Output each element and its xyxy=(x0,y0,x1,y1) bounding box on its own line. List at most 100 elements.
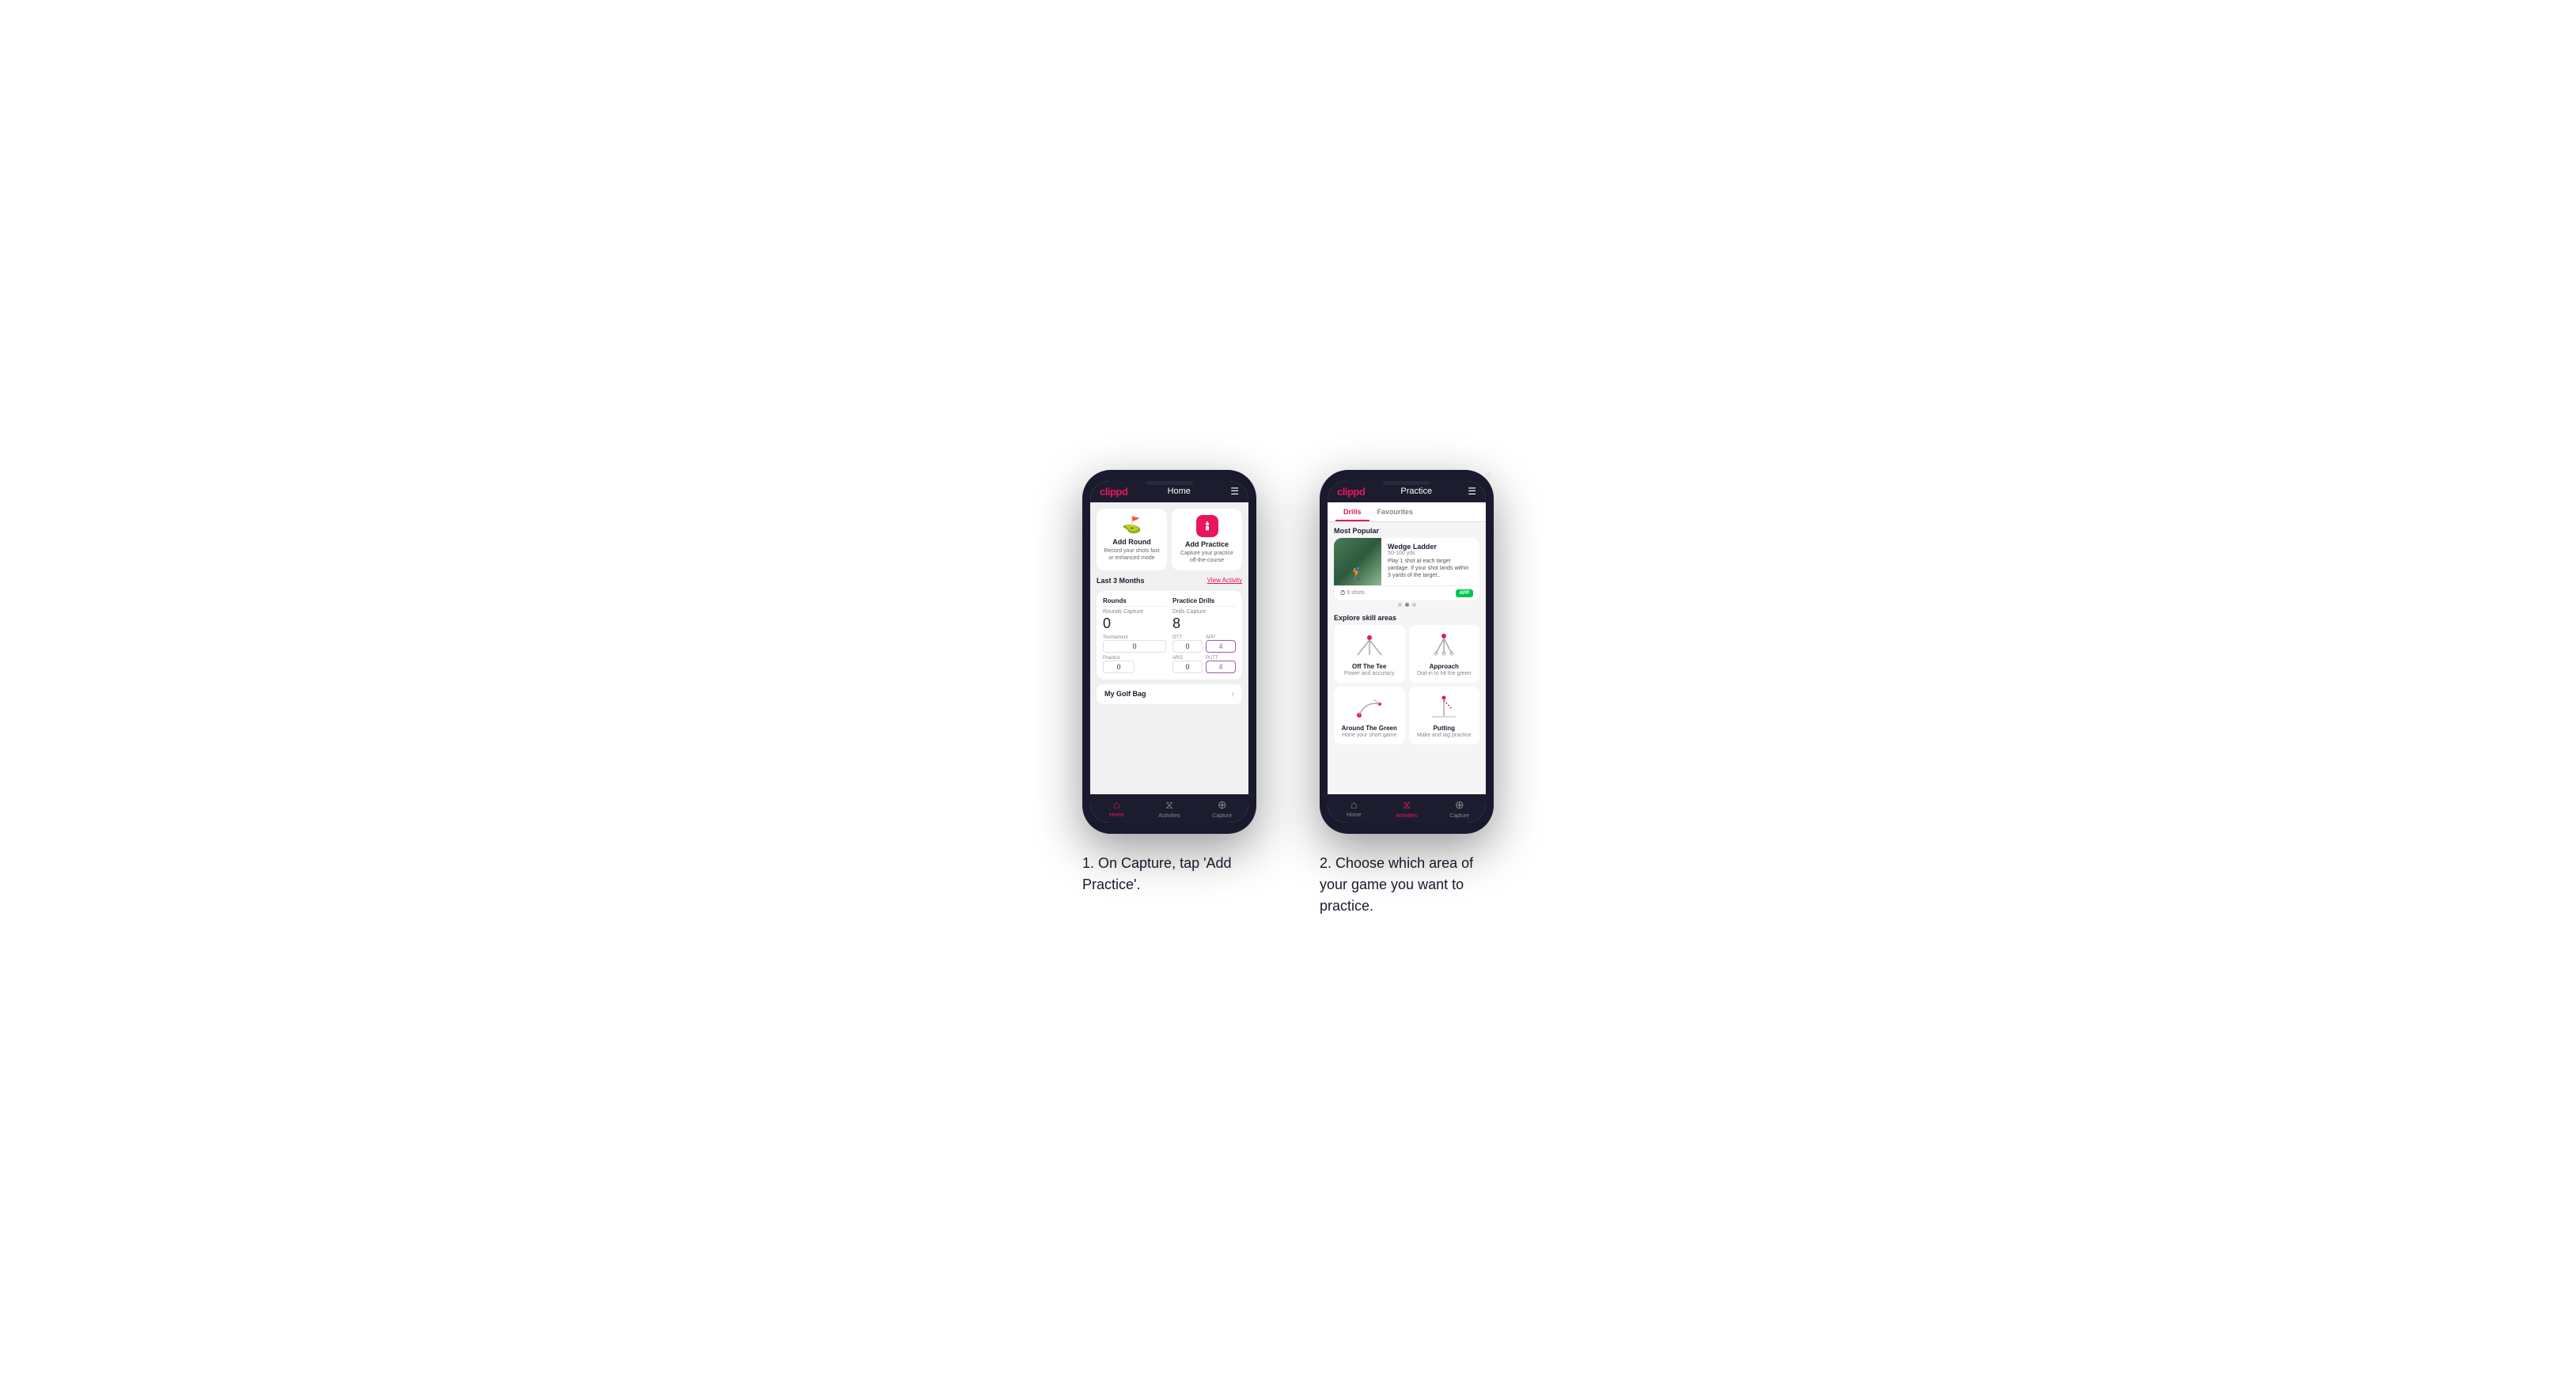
skill-grid: Off The Tee Power and accuracy xyxy=(1334,625,1479,744)
dot-2 xyxy=(1405,603,1409,607)
featured-desc: Play 1 shot at each target yardage. If y… xyxy=(1388,558,1473,579)
phone1-shell: clippd Home ☰ ⛳ Add Round Record your sh… xyxy=(1082,470,1256,834)
tab-favourites[interactable]: Favourites xyxy=(1369,502,1422,521)
rounds-title: Rounds xyxy=(1103,597,1166,607)
featured-card[interactable]: 🏌️ Wedge Ladder ☆ 50-100 yds Play 1 xyxy=(1334,538,1479,600)
capture-icon: ⊕ xyxy=(1218,798,1227,812)
phone2-shell: clippd Practice ☰ Drills Favourites xyxy=(1320,470,1494,834)
off-tee-icon-area xyxy=(1350,631,1389,660)
featured-card-inner: 🏌️ Wedge Ladder ☆ 50-100 yds Play 1 xyxy=(1334,538,1479,585)
phone2-header-title: Practice xyxy=(1400,487,1432,496)
approach-desc: Dial-in to hit the green xyxy=(1417,671,1471,676)
phone1-screen: clippd Home ☰ ⛳ Add Round Record your sh… xyxy=(1090,481,1248,823)
most-popular-section: Most Popular 🏌️ Wedge Ladder xyxy=(1334,527,1479,609)
chevron-right-icon: › xyxy=(1232,690,1234,699)
drills-col: Practice Drills Drills Capture 8 OTT 0 A… xyxy=(1172,597,1236,673)
off-tee-desc: Power and accuracy xyxy=(1344,671,1394,676)
app-label: APP xyxy=(1206,635,1236,640)
skill-around-green[interactable]: Around The Green Hone your short game xyxy=(1334,687,1405,744)
ott-label: OTT xyxy=(1172,635,1203,640)
most-popular-title: Most Popular xyxy=(1334,527,1479,535)
nav-capture-label: Capture xyxy=(1212,813,1232,819)
caption1: 1. On Capture, tap 'Add Practice'. xyxy=(1082,853,1256,896)
add-practice-title: Add Practice xyxy=(1185,540,1229,548)
putt-stat: PUTT 4 xyxy=(1206,656,1236,673)
featured-title: Wedge Ladder xyxy=(1388,543,1437,551)
phone2-nav-activities[interactable]: ⧖ Activities xyxy=(1381,794,1434,823)
add-round-desc: Record your shots fast or enhanced mode xyxy=(1103,547,1161,562)
approach-title: Approach xyxy=(1430,663,1459,670)
clock-icon: ⏱ xyxy=(1340,589,1345,597)
putting-icon-area xyxy=(1424,693,1464,721)
dot-1 xyxy=(1398,603,1402,607)
dots-row xyxy=(1334,600,1479,609)
dot-3 xyxy=(1412,603,1416,607)
practice-body: Drills Favourites Most Popular 🏌️ xyxy=(1328,502,1486,794)
phone2-nav-home[interactable]: ⌂ Home xyxy=(1328,794,1381,823)
skill-putting[interactable]: Putting Make and lag practice xyxy=(1409,687,1480,744)
phone2-nav-home-label: Home xyxy=(1347,812,1362,818)
arg-value: 0 xyxy=(1172,661,1203,673)
golfer-silhouette: 🏌️ xyxy=(1350,566,1366,582)
rounds-mini-row: Tournament 0 xyxy=(1103,635,1166,653)
caption2: 2. Choose which area of your game you wa… xyxy=(1320,853,1494,917)
practice-label: Practice xyxy=(1103,656,1166,661)
phone1-bottom-nav: ⌂ Home ⧖ Activities ⊕ Capture xyxy=(1090,794,1248,823)
app-badge: APP xyxy=(1456,589,1473,597)
featured-footer: ⏱ 9 shots APP xyxy=(1334,585,1479,600)
app-value: 4 xyxy=(1206,640,1236,653)
nav-home-label: Home xyxy=(1109,812,1124,818)
action-cards-row: ⛳ Add Round Record your shots fast or en… xyxy=(1097,509,1242,570)
add-round-card[interactable]: ⛳ Add Round Record your shots fast or en… xyxy=(1097,509,1167,570)
golf-bag-label: My Golf Bag xyxy=(1104,690,1146,698)
view-activity-link[interactable]: View Activity xyxy=(1207,577,1242,584)
ott-stat: OTT 0 xyxy=(1172,635,1203,653)
nav-home[interactable]: ⌂ Home xyxy=(1090,794,1143,823)
phone1-header-title: Home xyxy=(1168,487,1191,496)
activities-icon: ⧖ xyxy=(1165,798,1173,812)
off-tee-title: Off The Tee xyxy=(1352,663,1386,670)
nav-activities[interactable]: ⧖ Activities xyxy=(1143,794,1196,823)
golf-bag-row[interactable]: My Golf Bag › xyxy=(1097,684,1242,704)
phone1-header: clippd Home ☰ xyxy=(1090,481,1248,502)
tabs-row: Drills Favourites xyxy=(1328,502,1486,522)
phone2-header: clippd Practice ☰ xyxy=(1328,481,1486,502)
phone2-capture-icon: ⊕ xyxy=(1455,798,1464,812)
approach-svg xyxy=(1424,631,1464,660)
explore-title: Explore skill areas xyxy=(1334,614,1479,622)
nav-capture[interactable]: ⊕ Capture xyxy=(1195,794,1248,823)
putting-title: Putting xyxy=(1433,725,1455,732)
skill-off-tee[interactable]: Off The Tee Power and accuracy xyxy=(1334,625,1405,683)
featured-info: Wedge Ladder ☆ 50-100 yds Play 1 shot at… xyxy=(1381,538,1479,585)
putt-value: 4 xyxy=(1206,661,1236,673)
phone2-screen: clippd Practice ☰ Drills Favourites xyxy=(1328,481,1486,823)
approach-icon-area xyxy=(1424,631,1464,660)
around-green-desc: Hone your short game xyxy=(1342,733,1396,738)
drills-title: Practice Drills xyxy=(1172,597,1236,607)
hamburger-icon[interactable]: ☰ xyxy=(1230,486,1239,497)
last-months-label: Last 3 Months xyxy=(1097,577,1145,585)
golf-bag-icon xyxy=(1201,520,1214,532)
practice-scroll: Most Popular 🏌️ Wedge Ladder xyxy=(1328,522,1486,794)
phone2-hamburger-icon[interactable]: ☰ xyxy=(1468,486,1476,497)
around-green-icon-area xyxy=(1350,693,1389,721)
nav-activities-label: Activities xyxy=(1158,813,1180,819)
arg-stat: ARG 0 xyxy=(1172,656,1203,673)
stats-grid: Rounds Rounds Capture 0 Tournament 0 Pra… xyxy=(1097,591,1242,680)
putt-label: PUTT xyxy=(1206,656,1236,661)
featured-range: 50-100 yds xyxy=(1388,551,1473,556)
tab-drills[interactable]: Drills xyxy=(1335,502,1369,521)
phone2-logo: clippd xyxy=(1337,486,1365,498)
rounds-capture-label: Rounds Capture xyxy=(1103,609,1166,615)
ott-value: 0 xyxy=(1172,640,1203,653)
shots-label: 9 shots xyxy=(1347,590,1365,596)
around-green-svg xyxy=(1350,693,1389,721)
skill-approach[interactable]: Approach Dial-in to hit the green xyxy=(1409,625,1480,683)
page-container: clippd Home ☰ ⛳ Add Round Record your sh… xyxy=(1082,470,1494,917)
around-green-title: Around The Green xyxy=(1342,725,1397,732)
phone2-nav-capture[interactable]: ⊕ Capture xyxy=(1433,794,1486,823)
add-practice-card[interactable]: Add Practice Capture your practice off-t… xyxy=(1172,509,1242,570)
drills-mini-row: OTT 0 APP 4 xyxy=(1172,635,1236,653)
home-icon: ⌂ xyxy=(1113,798,1119,811)
featured-image: 🏌️ xyxy=(1334,538,1381,585)
